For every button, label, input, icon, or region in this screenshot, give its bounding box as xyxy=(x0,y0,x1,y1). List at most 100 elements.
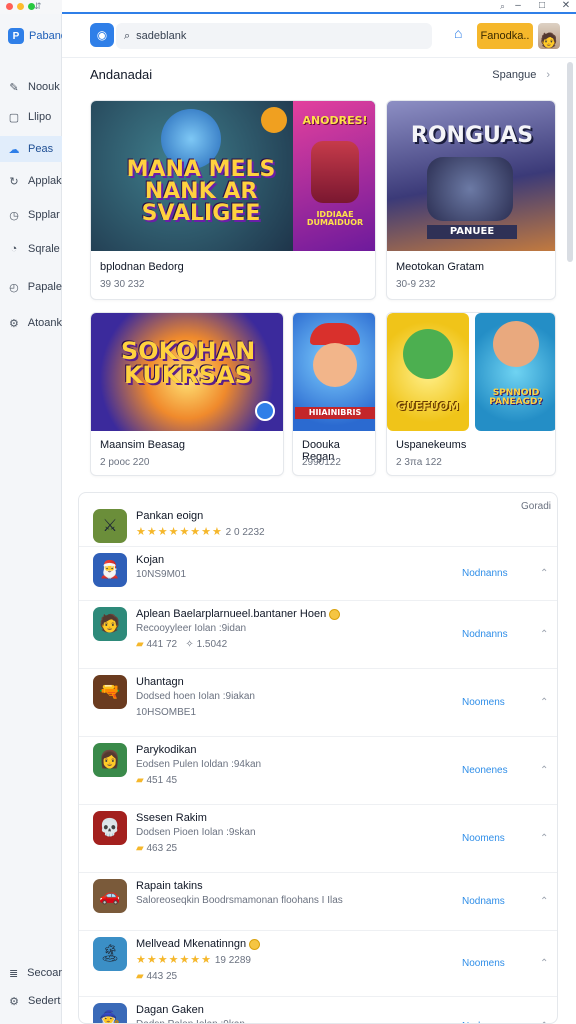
install-button[interactable]: Nodnams xyxy=(462,896,505,907)
game-art: GUEFUOM SPNNOID PANEAGD? xyxy=(387,313,555,431)
install-button[interactable]: Nodnanns xyxy=(462,568,508,579)
list-item-title: Uhantagn xyxy=(136,676,184,688)
card-title: Maansim Beasag xyxy=(100,439,185,451)
sidebar-item-sqrale[interactable]: ◔ Sqrale xyxy=(0,236,62,262)
rating-value: 2 0 2232 xyxy=(225,527,265,538)
install-button[interactable]: Noomens xyxy=(462,958,505,969)
chevron-up-icon[interactable]: ⌃ xyxy=(540,629,548,640)
list-item[interactable]: 🏝 Mellvead Mkenatinngn ★★★★★★★ 19 2289 ▰ 44… xyxy=(79,931,557,997)
chevron-right-icon: › xyxy=(546,68,550,81)
list-item-title: Parykodikan xyxy=(136,744,197,756)
list-item-title-text: Mellvead Mkenatinngn xyxy=(136,938,247,950)
game-icon: 💀 xyxy=(93,811,127,845)
list-item-subtitle: Eodsen Pulen Ioldan :94kan xyxy=(136,759,262,770)
card-title: Uspanekeums xyxy=(396,439,467,451)
list-item-subtitle: Dodsen Pioen Iolan :9skan xyxy=(136,827,256,838)
chevron-up-icon[interactable]: ⌃ xyxy=(540,765,548,776)
play-icon[interactable] xyxy=(255,401,275,421)
install-button[interactable]: Noomens xyxy=(462,697,505,708)
chevron-up-icon[interactable]: ⌃ xyxy=(540,568,548,579)
close-icon[interactable]: ✕ xyxy=(558,0,574,11)
featured-card[interactable]: SOKOHAN KUKRSAS Maansim Beasag 2 pooc 22… xyxy=(90,312,284,476)
game-icon: ⚔ xyxy=(93,509,127,543)
maximize-icon[interactable]: □ xyxy=(534,0,550,11)
gear-icon: ⚙ xyxy=(8,317,19,330)
featured-card[interactable]: MANA MELS NANK AR SVALIGEE ANODRES! IDDI… xyxy=(90,100,376,300)
section-link-label: Spangue xyxy=(492,68,537,81)
sidebar-item-spplar[interactable]: ◷ Spplar xyxy=(0,202,62,228)
sidebar-footer-sedert[interactable]: ⚙ Sedert xyxy=(0,988,62,1014)
sidebar-item-applak[interactable]: ↻ Applak xyxy=(0,168,62,194)
left-art-panel: GUEFUOM xyxy=(387,313,469,431)
sidebar-item-noouk[interactable]: ✎ Noouk xyxy=(0,74,62,100)
sidebar-item-atoank[interactable]: ⚙ Atoank xyxy=(0,310,62,336)
game-art-banner: PANUEE xyxy=(427,225,517,239)
sidebar-footer-secoar[interactable]: ≣ Secoar xyxy=(0,960,62,986)
featured-card[interactable]: GUEFUOM SPNNOID PANEAGD? Uspanekeums 2 3… xyxy=(386,312,556,476)
clock-icon: ◔ xyxy=(10,243,18,255)
chevron-up-icon[interactable]: ⌃ xyxy=(540,896,548,907)
list-item[interactable]: 🧑 Aplean Baelarplarnueel.bantaner Hoen Rec… xyxy=(79,601,557,669)
sidebar-item-peas[interactable]: ☁ Peas xyxy=(0,136,62,162)
search-icon[interactable]: ⌕ xyxy=(500,1,505,12)
list-item-subtitle: Recooyyleer Iolan :9idan xyxy=(136,623,247,634)
promo-button[interactable]: Fanodka.. xyxy=(477,23,533,49)
game-art-title: GUEFUOM xyxy=(396,400,460,413)
app-logo-icon[interactable]: ◉ xyxy=(90,23,114,47)
character-face xyxy=(313,343,357,387)
list-item[interactable]: ⚔ Pankan eoign ★★★★★★★★ 2 0 2232 xyxy=(79,503,557,547)
list-item-title: Ssesen Rakim xyxy=(136,812,207,824)
list-item[interactable]: 🚗 Rapain takins Saloreoseqkin Boodrsmamona… xyxy=(79,873,557,931)
minimize-window-button[interactable] xyxy=(17,3,24,10)
install-button[interactable]: Nodnanns xyxy=(462,629,508,640)
sparkle-icon: ✧ xyxy=(185,639,194,650)
settings-icon: ⚙ xyxy=(9,995,19,1008)
game-icon: 🚗 xyxy=(93,879,127,913)
section-see-all-link[interactable]: Spangue › xyxy=(492,69,550,81)
featured-card[interactable]: RONGUAS PANUEE Meotokan Gratam 30-9 232 xyxy=(386,100,556,300)
sidebar-item-label: Papale xyxy=(27,281,62,293)
meta-value: 10HSOMBE1 xyxy=(136,707,197,718)
game-icon-art: 🧑 xyxy=(99,614,121,633)
install-button[interactable]: Neonenes xyxy=(462,765,508,776)
sidebar: P Pabano ✎ Noouk ▢ Llipo ☁ Peas ↻ Applak ◷ Spplar… xyxy=(0,14,67,1024)
list-item[interactable]: 💀 Ssesen Rakim Dodsen Pioen Iolan :9skan ▰ … xyxy=(79,805,557,873)
rating-value: 19 2289 xyxy=(214,955,251,966)
window-controls[interactable] xyxy=(6,3,35,10)
chevron-up-icon[interactable]: ⌃ xyxy=(540,833,548,844)
brand[interactable]: P Pabano xyxy=(8,28,67,44)
avatar[interactable]: 🧑 xyxy=(538,23,560,49)
sort-icon: ⇵ xyxy=(34,1,42,11)
close-window-button[interactable] xyxy=(6,3,13,10)
list-item[interactable]: 👩 Parykodikan Eodsen Pulen Ioldan :94kan ▰ … xyxy=(79,737,557,805)
game-art: RONGUAS PANUEE xyxy=(387,101,555,251)
coin-icon: ▰ xyxy=(136,843,144,854)
coin-badge-icon xyxy=(249,938,261,950)
list-item[interactable]: 🎅 Kojan 10NS9M01 Nodnanns ⌃ xyxy=(79,547,557,601)
meta-value: 463 25 xyxy=(146,843,178,854)
sidebar-item-label: Atoank xyxy=(27,317,62,329)
list-item-title-text: Dagan Gaken xyxy=(136,1004,204,1016)
game-icon-art: 🎅 xyxy=(99,560,121,579)
scrollbar[interactable] xyxy=(567,62,573,262)
game-icon: 🎅 xyxy=(93,553,127,587)
list-item-subtitle: Dadsn Palen Iolan :9kan xyxy=(136,1019,245,1023)
featured-card[interactable]: HIIAINIBRIS Doouka Regan 2990122 xyxy=(292,312,376,476)
game-list: Goradi ⚔ Pankan eoign ★★★★★★★★ 2 0 2232 🎅 Ko… xyxy=(78,492,558,1024)
list-item[interactable]: 🧙Dagan GakenDadsn Palen Iolan :9kanNodna… xyxy=(79,997,557,1023)
search-field[interactable]: ⌕ sadeblank xyxy=(116,23,432,49)
sidebar-item-papale[interactable]: ◴ Papale xyxy=(0,274,62,300)
chevron-up-icon[interactable]: ⌃ xyxy=(540,697,548,708)
coin-badge-icon xyxy=(329,608,341,620)
sidebar-item-llipo[interactable]: ▢ Llipo xyxy=(0,104,62,130)
list-item-title: Dagan Gaken xyxy=(136,1004,204,1016)
sidebar-item-label: Sedert xyxy=(28,995,61,1007)
search-placeholder: sadeblank xyxy=(136,30,187,42)
section-header: Andanadai Spangue › xyxy=(90,67,550,82)
minimize-icon[interactable]: – xyxy=(510,0,526,11)
home-icon[interactable]: ⌂ xyxy=(454,25,462,41)
list-item[interactable]: 🔫 Uhantagn Dodsed hoen Iolan :9iakan 10HSOM… xyxy=(79,669,557,737)
install-button[interactable]: Noomens xyxy=(462,833,505,844)
chevron-up-icon[interactable]: ⌃ xyxy=(540,958,548,969)
game-art: MANA MELS NANK AR SVALIGEE ANODRES! IDDI… xyxy=(91,101,375,251)
